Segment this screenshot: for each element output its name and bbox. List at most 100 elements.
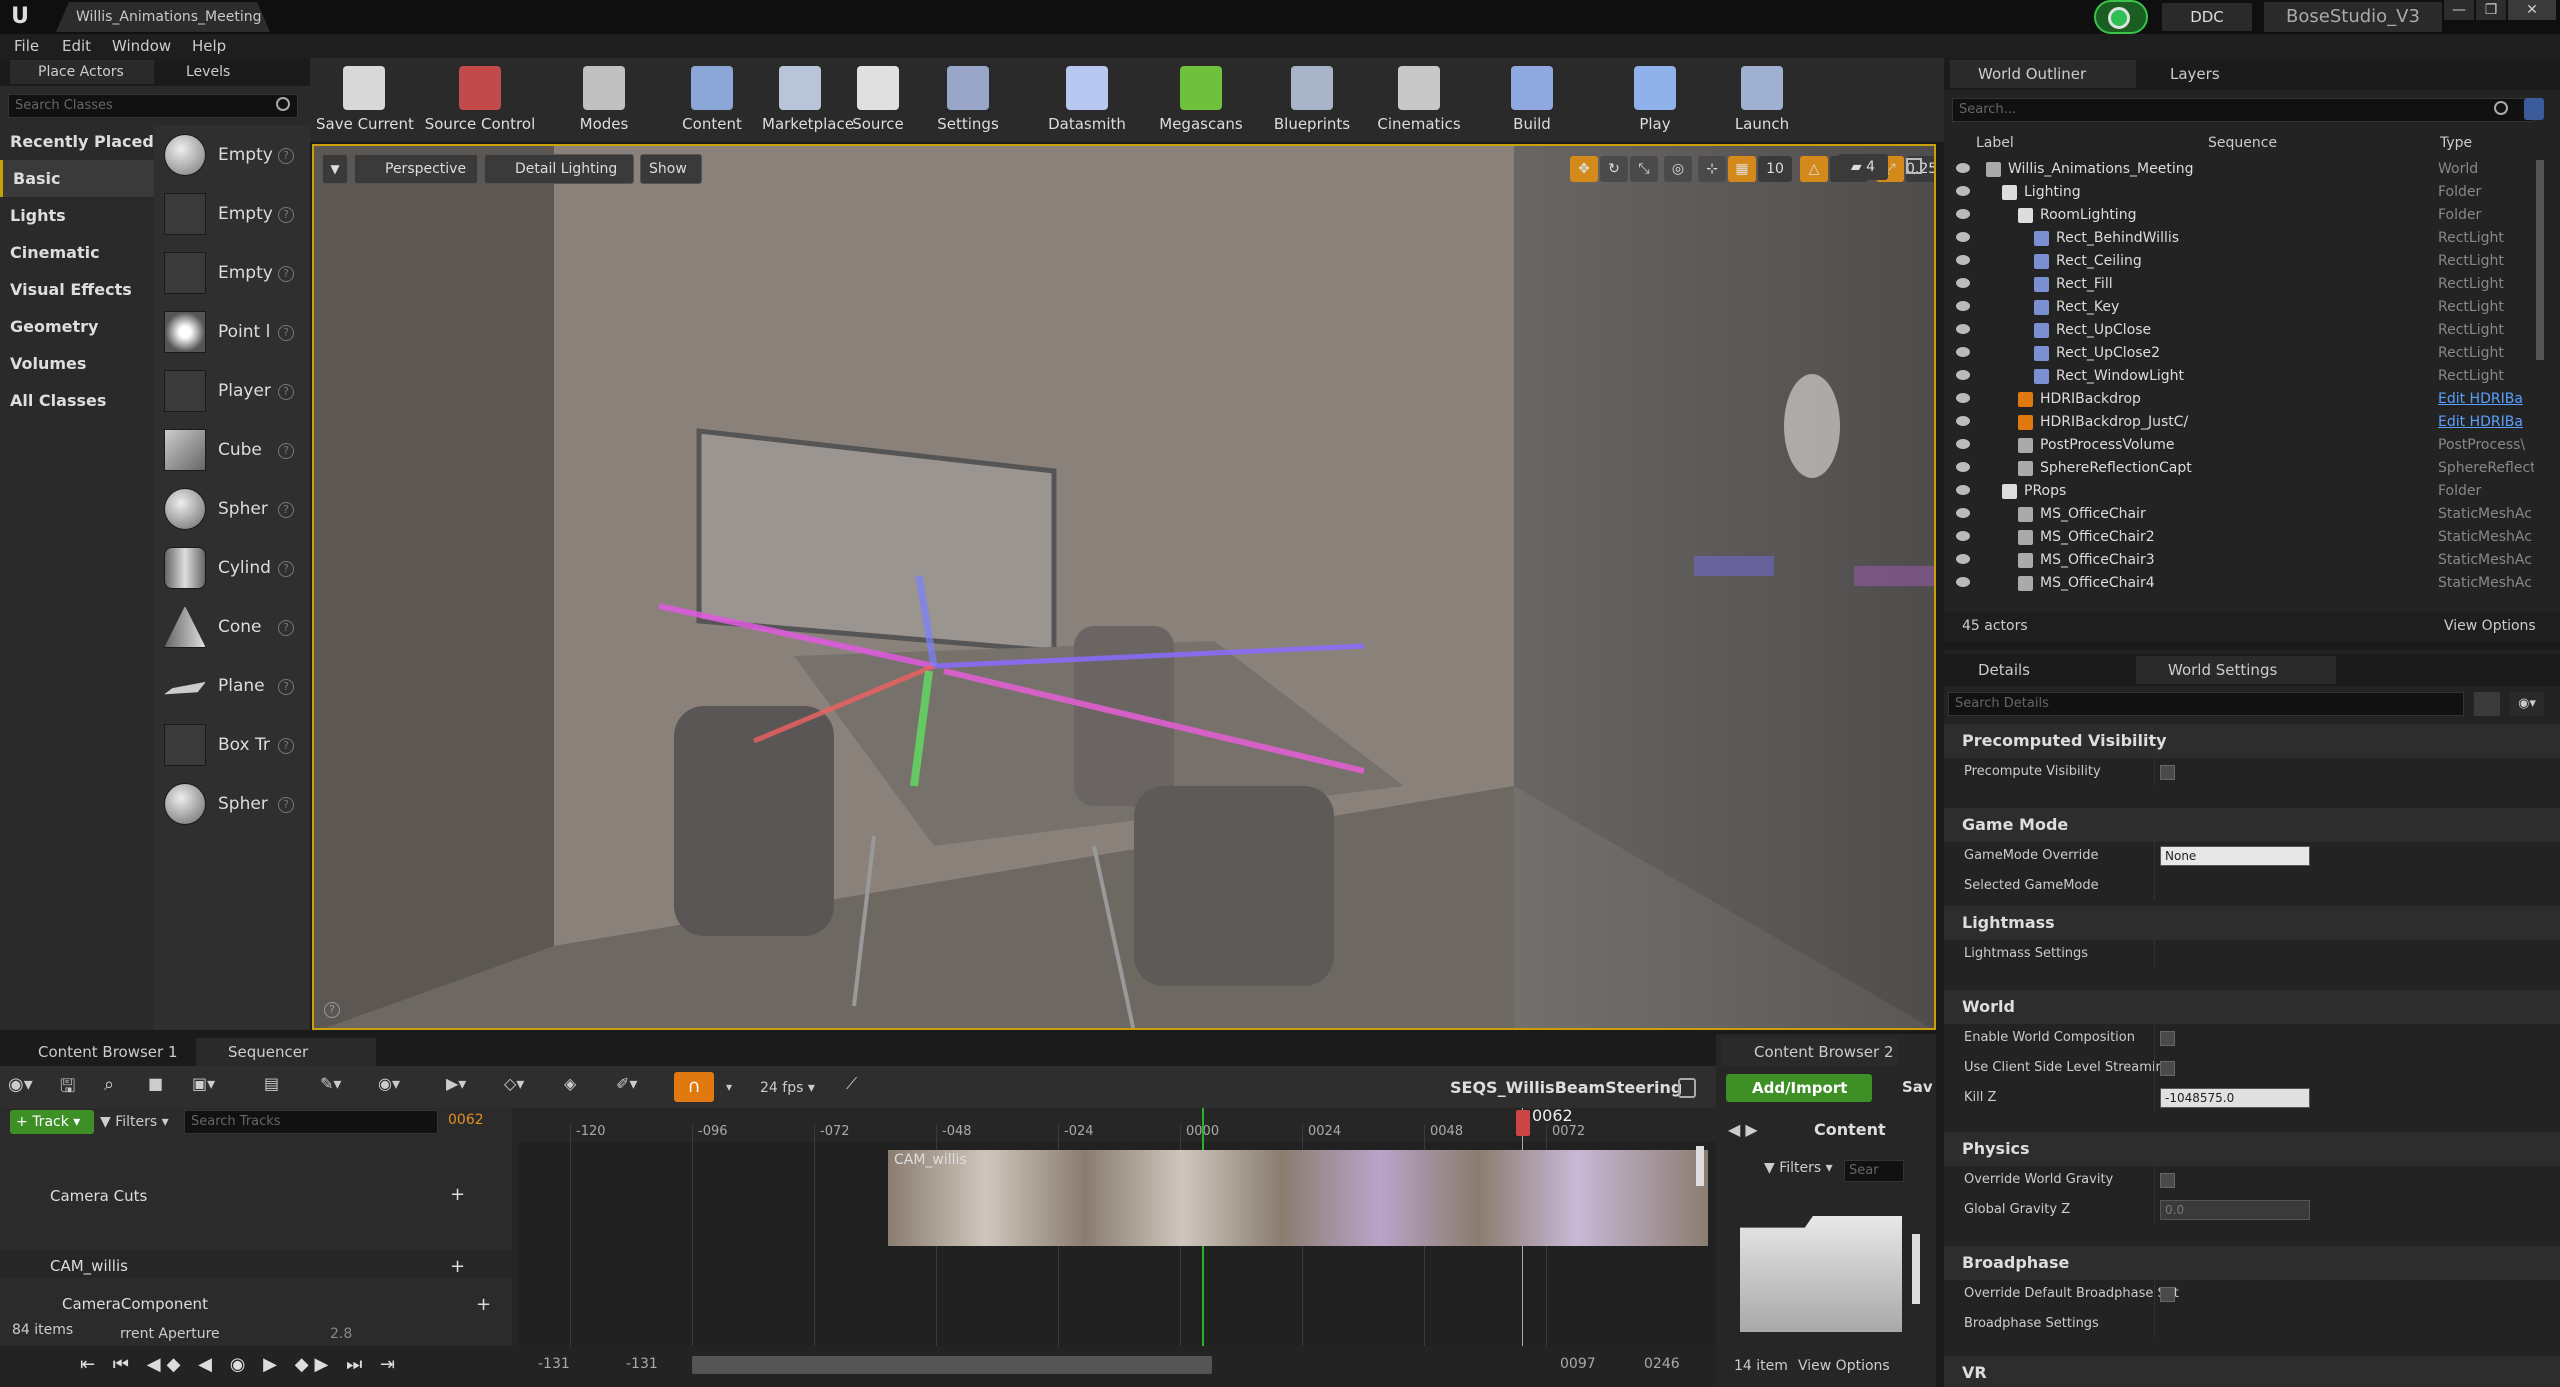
grid-snap-value[interactable]: 10 xyxy=(1758,156,1792,182)
checkbox[interactable] xyxy=(2160,1287,2175,1302)
tab-place-actors[interactable]: Place Actors xyxy=(10,60,154,84)
world-local-icon[interactable]: ◎ xyxy=(1664,156,1692,182)
column-type[interactable]: Type xyxy=(2440,132,2530,154)
column-divider[interactable] xyxy=(2154,872,2155,900)
visibility-eye-icon[interactable] xyxy=(1956,301,1970,311)
snap-magnet-icon[interactable]: ∩ xyxy=(674,1072,714,1102)
outliner-row[interactable]: SphereReflectionCapt SphereReflect xyxy=(1948,457,2536,480)
visibility-eye-icon[interactable] xyxy=(1956,370,1970,380)
help-icon[interactable]: ? xyxy=(278,207,294,223)
help-icon[interactable]: ? xyxy=(278,502,294,518)
save-icon[interactable]: 🖫 xyxy=(60,1074,86,1100)
details-section-physics[interactable]: Physics xyxy=(1944,1132,2560,1166)
visibility-eye-icon[interactable] xyxy=(1956,347,1970,357)
actor-plane[interactable]: Plane? xyxy=(158,657,306,715)
checkbox[interactable] xyxy=(2160,1061,2175,1076)
tab-details[interactable]: Details xyxy=(1950,656,2126,684)
actor-sphere-trigger[interactable]: Spher? xyxy=(158,775,306,833)
maximize-viewport-icon[interactable] xyxy=(1906,158,1922,174)
camera-icon[interactable]: ■ xyxy=(148,1074,174,1100)
menu-help[interactable]: Help xyxy=(192,34,226,58)
add-import-button[interactable]: Add/Import xyxy=(1726,1074,1872,1102)
column-divider[interactable] xyxy=(2154,1166,2155,1194)
outliner-row[interactable]: Rect_Fill RectLight xyxy=(1948,273,2536,296)
help-icon[interactable]: ? xyxy=(278,738,294,754)
column-divider[interactable] xyxy=(2154,1024,2155,1052)
visibility-eye-icon[interactable] xyxy=(1956,485,1970,495)
document-tab[interactable]: Willis_Animations_Meeting xyxy=(56,2,270,32)
column-divider[interactable] xyxy=(2154,1196,2155,1224)
help-icon[interactable]: ? xyxy=(278,384,294,400)
edit-icon[interactable]: ✐▾ xyxy=(616,1074,656,1100)
outliner-row[interactable]: Rect_UpClose RectLight xyxy=(1948,319,2536,342)
outliner-row-type[interactable]: Edit HDRIBa xyxy=(2438,411,2534,434)
visibility-eye-icon[interactable] xyxy=(1956,232,1970,242)
help-icon[interactable]: ? xyxy=(278,797,294,813)
column-divider[interactable] xyxy=(2154,940,2155,968)
unreal-logo-icon[interactable]: U xyxy=(6,3,34,31)
outliner-row[interactable]: Willis_Animations_Meeting World xyxy=(1948,158,2536,181)
tab-content-browser-1[interactable]: Content Browser 1 xyxy=(6,1038,190,1066)
history-nav-icon[interactable]: ◀ ▶ xyxy=(1728,1120,1768,1142)
toolbar-save-current-button[interactable]: Save Current xyxy=(316,60,414,140)
tab-world-outliner[interactable]: World Outliner xyxy=(1950,60,2136,88)
show-button[interactable]: Show xyxy=(640,154,702,184)
help-icon[interactable]: ? xyxy=(278,443,294,459)
actor-cube[interactable]: Cube? xyxy=(158,421,306,479)
range-start-2[interactable]: -131 xyxy=(626,1356,658,1372)
surface-snap-icon[interactable]: ⊹ xyxy=(1698,156,1726,182)
toolbar-megascans-button[interactable]: Megascans xyxy=(1150,60,1252,140)
outliner-row[interactable]: HDRIBackdrop Edit HDRIBa xyxy=(1948,388,2536,411)
actor-sphere[interactable]: Spher? xyxy=(158,480,306,538)
camera-speed-button[interactable]: ▰ 4 xyxy=(1838,154,1888,180)
rotation-snap-icon[interactable]: △ xyxy=(1800,156,1828,182)
search-icon[interactable]: ⌕ xyxy=(104,1074,130,1100)
curve-editor-icon[interactable]: ⟋ xyxy=(846,1074,876,1100)
column-divider[interactable] xyxy=(2154,1310,2155,1338)
translate-icon[interactable]: ✥ xyxy=(1570,156,1598,182)
menu-file[interactable]: File xyxy=(14,34,39,58)
clip-scroll-handle[interactable] xyxy=(1696,1146,1704,1186)
auto-key-icon[interactable]: ◈ xyxy=(564,1074,590,1100)
viewport-help-icon[interactable]: ? xyxy=(324,1002,340,1018)
toolbar-modes-button[interactable]: Modes xyxy=(566,60,642,140)
grid-snap-icon[interactable]: ▦ xyxy=(1728,156,1756,182)
help-icon[interactable]: ? xyxy=(278,620,294,636)
category-recently-placed[interactable]: Recently Placed xyxy=(0,123,154,160)
visibility-eye-icon[interactable] xyxy=(1956,393,1970,403)
key-options-icon[interactable]: ◇▾ xyxy=(504,1074,544,1100)
maximize-button[interactable]: ❐ xyxy=(2476,0,2506,20)
actor-empty-pawn[interactable]: Empty? xyxy=(158,244,306,302)
cb-search-input[interactable]: Sear xyxy=(1844,1160,1904,1182)
add-icon[interactable]: + xyxy=(450,1256,470,1277)
toolbar-source-button[interactable]: Source xyxy=(846,60,910,140)
view-options-button[interactable]: View Options xyxy=(2444,618,2536,634)
render-movie-icon[interactable]: ▣▾ xyxy=(192,1074,232,1100)
visibility-eye-icon[interactable] xyxy=(1956,508,1970,518)
ddc-button[interactable]: DDC xyxy=(2162,3,2252,31)
outliner-row[interactable]: Rect_UpClose2 RectLight xyxy=(1948,342,2536,365)
details-section-precomputed-visibility[interactable]: Precomputed Visibility xyxy=(1944,724,2560,758)
outliner-row[interactable]: Rect_Ceiling RectLight xyxy=(1948,250,2536,273)
lock-icon[interactable] xyxy=(1678,1078,1696,1098)
help-icon[interactable]: ? xyxy=(278,561,294,577)
property-label[interactable]: Selected GameMode xyxy=(1964,878,2099,893)
minimize-button[interactable]: — xyxy=(2444,0,2474,20)
actor-cylinder[interactable]: Cylind? xyxy=(158,539,306,597)
aperture-value[interactable]: 2.8 xyxy=(330,1326,370,1346)
tab-world-settings[interactable]: World Settings xyxy=(2136,656,2336,684)
outliner-row[interactable]: HDRIBackdrop_JustC/Edit HDRIBa xyxy=(1948,411,2536,434)
range-start-1[interactable]: -131 xyxy=(538,1356,570,1372)
details-section-world[interactable]: World xyxy=(1944,990,2560,1024)
visibility-eye-icon[interactable] xyxy=(1956,554,1970,564)
tab-sequencer[interactable]: Sequencer xyxy=(196,1038,376,1066)
rotate-icon[interactable]: ↻ xyxy=(1600,156,1628,182)
range-end-2[interactable]: 0246 xyxy=(1644,1356,1680,1372)
visibility-eye-icon[interactable] xyxy=(1956,416,1970,426)
range-end-1[interactable]: 0097 xyxy=(1560,1356,1596,1372)
help-icon[interactable]: ? xyxy=(278,325,294,341)
outliner-row[interactable]: MS_OfficeChair4 StaticMeshAc xyxy=(1948,572,2536,595)
toolbar-play-button[interactable]: Play xyxy=(1620,60,1690,140)
filters-button[interactable]: ▼ Filters ▾ xyxy=(100,1110,176,1134)
close-button[interactable]: ✕ xyxy=(2508,0,2556,20)
